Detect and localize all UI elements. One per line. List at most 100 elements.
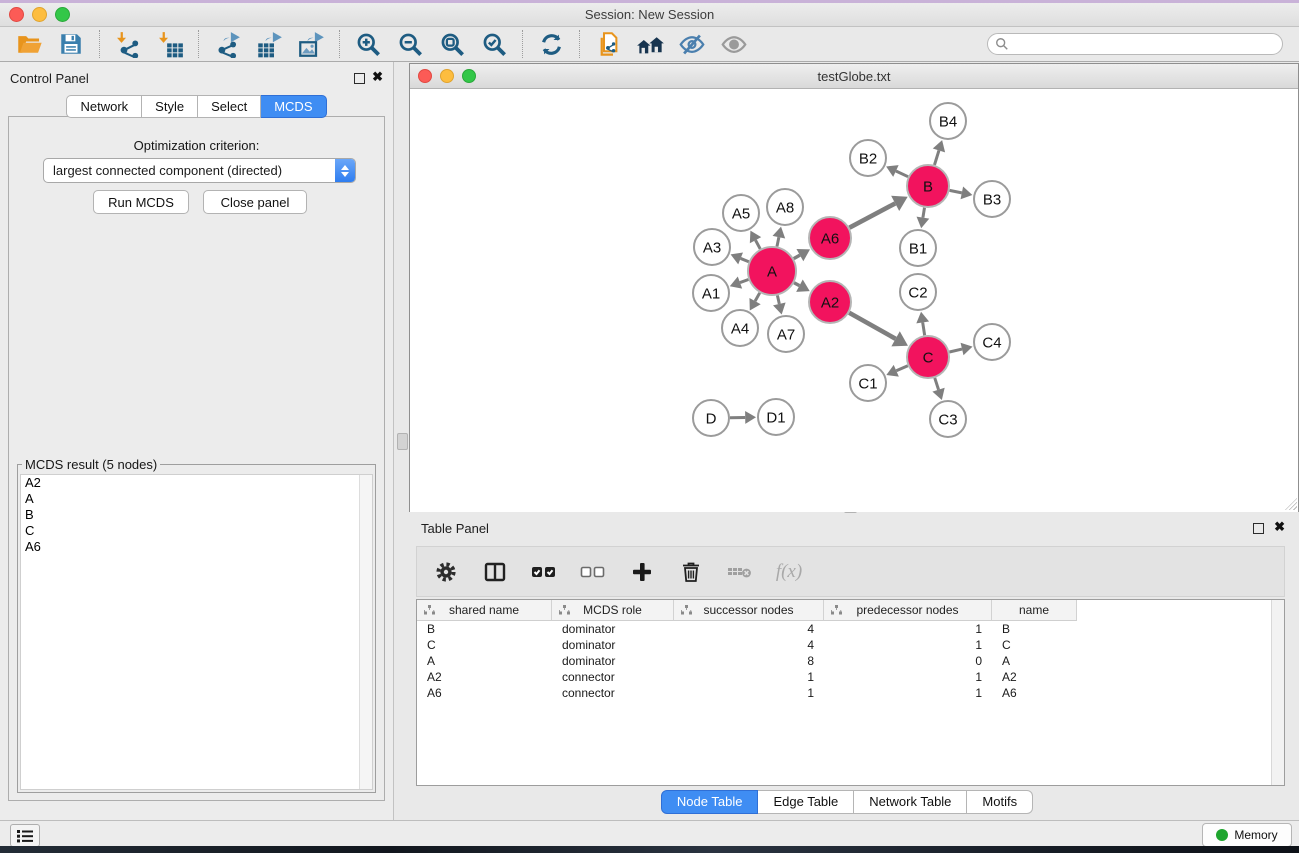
graph-node-C2[interactable]: C2	[900, 274, 936, 310]
graph-node-A1[interactable]: A1	[693, 275, 729, 311]
column-header-successor-nodes[interactable]: successor nodes	[674, 600, 824, 621]
table-cell: 1	[824, 638, 992, 652]
table-row[interactable]: Cdominator41C	[417, 637, 1284, 653]
show-graphics-details-icon[interactable]	[713, 29, 755, 59]
mcds-result-item[interactable]: A	[21, 491, 372, 507]
close-panel-icon[interactable]: ✖	[372, 70, 383, 83]
graph-node-D[interactable]: D	[693, 400, 729, 436]
tab-mcds[interactable]: MCDS	[261, 95, 326, 118]
graph-node-A4[interactable]: A4	[722, 310, 758, 346]
network-graph[interactable]: B4 B2 B B3 A5A8A6 B1 A3 A C2 A1 A2 A4 A7 C4 C C1 C3 D D1	[410, 89, 1298, 512]
close-panel-button[interactable]: Close panel	[203, 190, 307, 214]
graph-node-A2[interactable]: A2	[809, 281, 851, 323]
network-canvas[interactable]: B4 B2 B B3 A5A8A6 B1 A3 A C2 A1 A2 A4 A7 C4 C C1 C3 D D1	[410, 89, 1298, 512]
graph-node-B1[interactable]: B1	[900, 230, 936, 266]
toolbar-separator	[198, 30, 199, 58]
table-cell: C	[417, 638, 552, 652]
mcds-result-item[interactable]: B	[21, 507, 372, 523]
optimization-criterion-label: Optimization criterion:	[9, 138, 384, 153]
table-row[interactable]: Adominator80A	[417, 653, 1284, 669]
graph-node-C4[interactable]: C4	[974, 324, 1010, 360]
graph-node-C[interactable]: C	[907, 336, 949, 378]
export-network-icon[interactable]	[206, 29, 248, 59]
import-table-icon[interactable]	[149, 29, 191, 59]
column-header-name[interactable]: name	[992, 600, 1077, 621]
graph-node-A[interactable]: A	[748, 247, 796, 295]
svg-text:B: B	[923, 178, 933, 195]
tab-network-table[interactable]: Network Table	[854, 790, 967, 814]
run-mcds-button[interactable]: Run MCDS	[93, 190, 189, 214]
column-header-shared-name[interactable]: shared name	[417, 600, 552, 621]
zoom-fit-icon[interactable]	[431, 29, 473, 59]
graph-node-A7[interactable]: A7	[768, 316, 804, 352]
table-cell: C	[992, 638, 1077, 652]
mcds-tab-content: Optimization criterion: largest connecte…	[8, 116, 385, 801]
open-file-icon[interactable]	[8, 29, 50, 59]
mcds-result-item[interactable]: C	[21, 523, 372, 539]
graph-node-A3[interactable]: A3	[694, 229, 730, 265]
tab-node-table[interactable]: Node Table	[661, 790, 759, 814]
graph-node-B2[interactable]: B2	[850, 140, 886, 176]
column-header-MCDS-role[interactable]: MCDS role	[552, 600, 674, 621]
table-row[interactable]: Bdominator41B	[417, 621, 1284, 637]
toggle-panel-icon[interactable]	[482, 559, 508, 585]
first-neighbors-icon[interactable]	[629, 29, 671, 59]
memory-button[interactable]: Memory	[1202, 823, 1292, 847]
add-column-icon[interactable]	[629, 559, 655, 585]
graph-node-B4[interactable]: B4	[930, 103, 966, 139]
node-table[interactable]: shared nameMCDS rolesuccessor nodesprede…	[416, 599, 1285, 786]
tab-motifs[interactable]: Motifs	[967, 790, 1033, 814]
table-settings-icon[interactable]	[433, 559, 459, 585]
graph-node-C3[interactable]: C3	[930, 401, 966, 437]
graph-node-C1[interactable]: C1	[850, 365, 886, 401]
select-all-icon[interactable]	[531, 559, 557, 585]
tab-style[interactable]: Style	[142, 95, 198, 118]
mcds-result-list[interactable]: A2ABCA6	[20, 474, 373, 790]
svg-text:C1: C1	[858, 375, 877, 392]
clone-network-icon[interactable]	[587, 29, 629, 59]
mcds-result-item[interactable]: A2	[21, 475, 372, 491]
search-field[interactable]	[987, 33, 1283, 55]
graph-node-A6[interactable]: A6	[809, 217, 851, 259]
table-scrollbar[interactable]	[1271, 600, 1284, 785]
export-image-icon[interactable]	[290, 29, 332, 59]
search-icon	[995, 37, 1009, 51]
export-table-icon[interactable]	[248, 29, 290, 59]
table-row[interactable]: A6connector11A6	[417, 685, 1284, 701]
deselect-all-icon[interactable]	[580, 559, 606, 585]
tab-network[interactable]: Network	[66, 95, 142, 118]
function-builder-icon[interactable]: f(x)	[776, 559, 802, 585]
tab-edge-table[interactable]: Edge Table	[758, 790, 854, 814]
criterion-dropdown[interactable]: largest connected component (directed)	[43, 158, 356, 183]
graph-node-A8[interactable]: A8	[767, 189, 803, 225]
task-history-button[interactable]	[10, 824, 40, 847]
graph-node-D1[interactable]: D1	[758, 399, 794, 435]
graph-node-A5[interactable]: A5	[723, 195, 759, 231]
graph-node-B3[interactable]: B3	[974, 181, 1010, 217]
tab-select[interactable]: Select	[198, 95, 261, 118]
mcds-result-item[interactable]: A6	[21, 539, 372, 555]
memory-label: Memory	[1234, 828, 1277, 842]
zoom-selected-icon[interactable]	[473, 29, 515, 59]
close-panel-icon[interactable]: ✖	[1274, 520, 1285, 533]
delete-column-icon[interactable]	[678, 559, 704, 585]
save-session-icon[interactable]	[50, 29, 92, 59]
refresh-layout-icon[interactable]	[530, 29, 572, 59]
panel-divider-handle[interactable]	[397, 433, 408, 450]
hide-graphics-details-icon[interactable]	[671, 29, 713, 59]
import-network-icon[interactable]	[107, 29, 149, 59]
table-cell: 1	[824, 686, 992, 700]
search-input[interactable]	[1009, 36, 1282, 52]
float-panel-icon[interactable]	[1253, 523, 1264, 534]
table-cell: dominator	[552, 654, 674, 668]
column-header-predecessor-nodes[interactable]: predecessor nodes	[824, 600, 992, 621]
list-scrollbar[interactable]	[359, 475, 372, 789]
graph-node-B[interactable]: B	[907, 165, 949, 207]
table-cell: A2	[992, 670, 1077, 684]
zoom-out-icon[interactable]	[389, 29, 431, 59]
delete-table-icon[interactable]	[727, 559, 753, 585]
table-row[interactable]: A2connector11A2	[417, 669, 1284, 685]
svg-text:B1: B1	[909, 240, 927, 257]
float-panel-icon[interactable]	[354, 73, 365, 84]
zoom-in-icon[interactable]	[347, 29, 389, 59]
